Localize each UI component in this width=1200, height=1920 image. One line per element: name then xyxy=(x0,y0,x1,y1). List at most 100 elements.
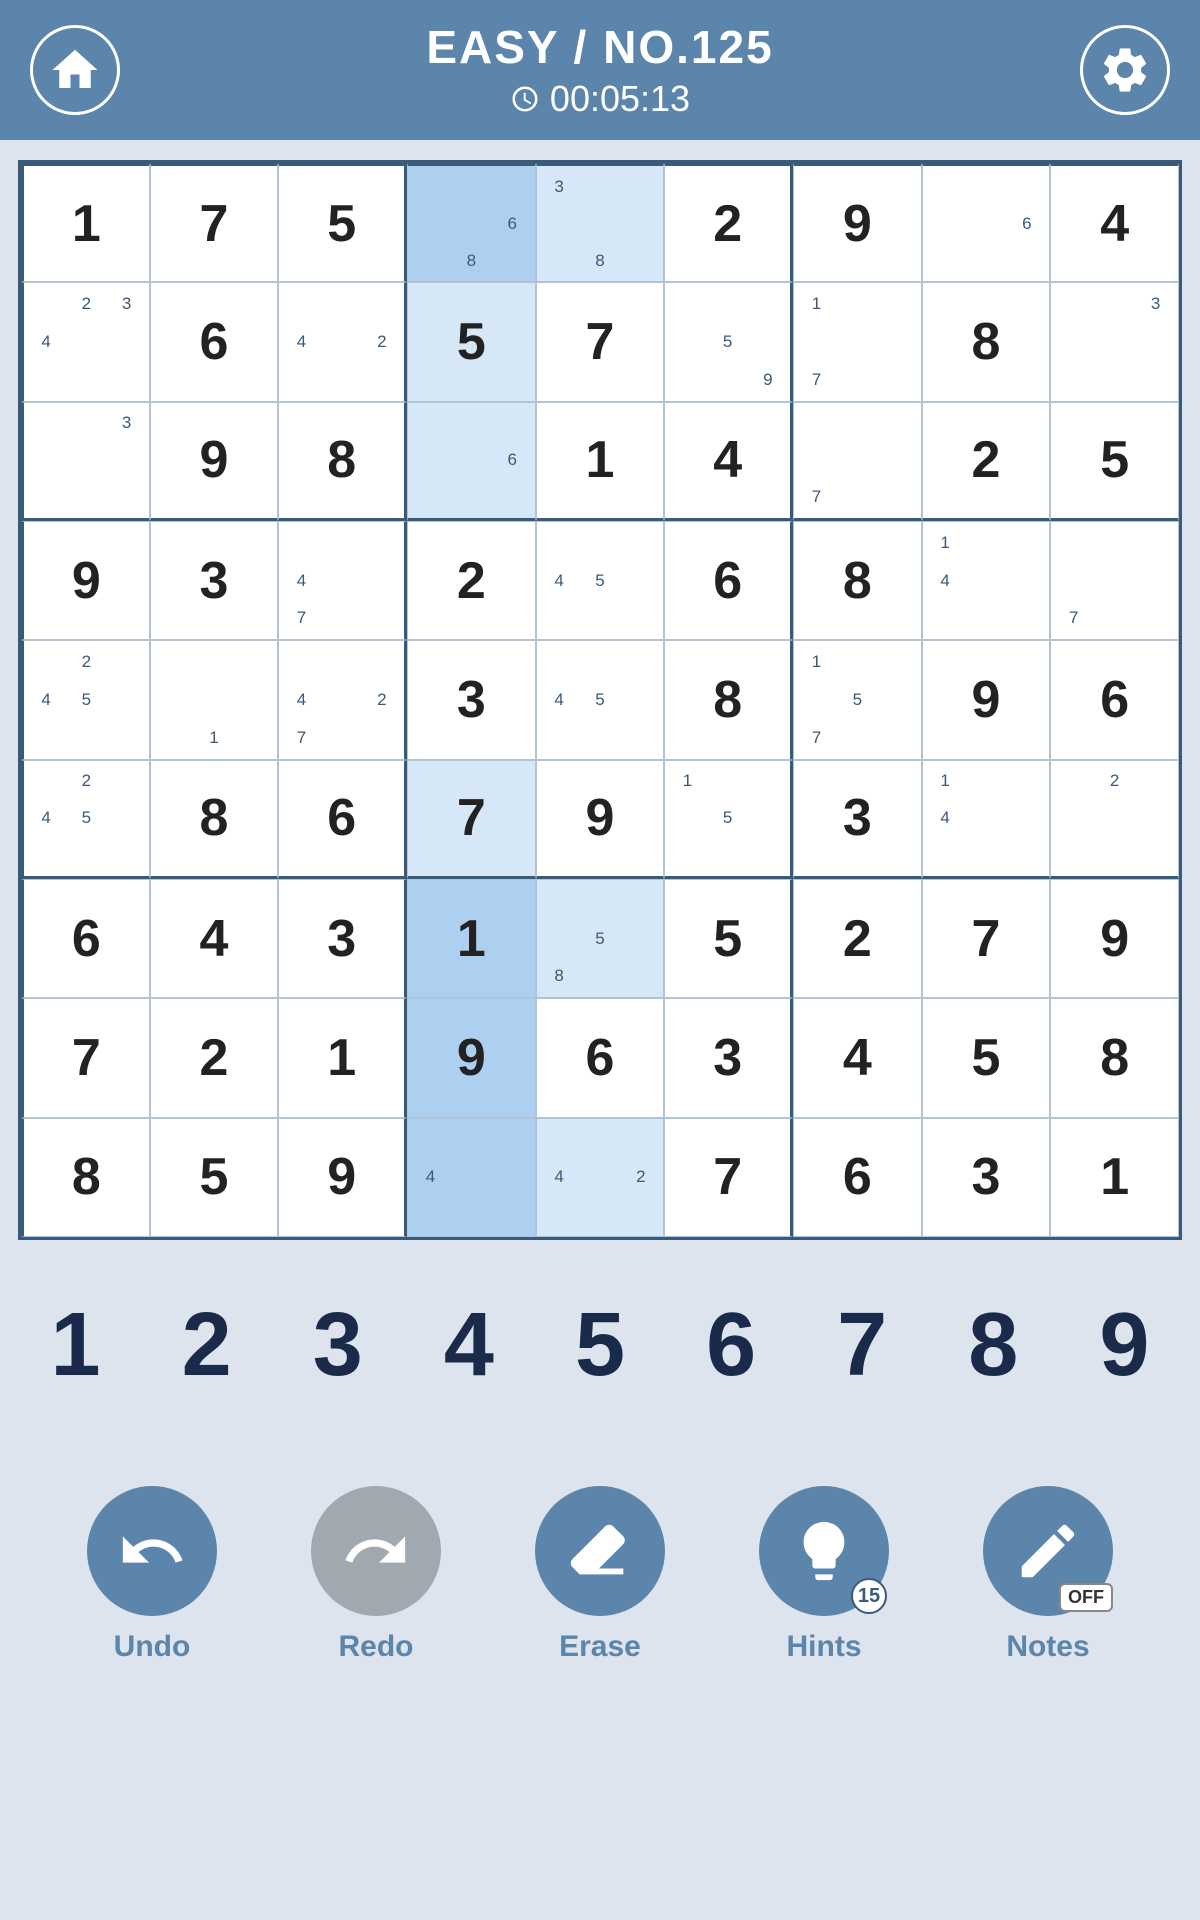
notes-button[interactable]: OFF Notes xyxy=(983,1486,1113,1664)
cell-6-8[interactable]: 9 xyxy=(1050,879,1179,998)
cell-2-5[interactable]: 4 xyxy=(664,402,793,521)
numpad-btn-4[interactable]: 4 xyxy=(409,1300,529,1390)
cell-4-8[interactable]: 6 xyxy=(1050,640,1179,759)
cell-3-4[interactable]: 45 xyxy=(536,521,665,640)
cell-2-7[interactable]: 2 xyxy=(922,402,1051,521)
cell-5-0[interactable]: 245 xyxy=(21,760,150,879)
cell-0-2[interactable]: 5 xyxy=(278,163,407,282)
redo-button[interactable]: Redo xyxy=(311,1486,441,1664)
numpad-btn-9[interactable]: 9 xyxy=(1064,1300,1184,1390)
cell-6-1[interactable]: 4 xyxy=(150,879,279,998)
cell-3-7[interactable]: 14 xyxy=(922,521,1051,640)
cell-8-8[interactable]: 1 xyxy=(1050,1118,1179,1237)
undo-button[interactable]: Undo xyxy=(87,1486,217,1664)
cell-7-4[interactable]: 6 xyxy=(536,998,665,1117)
cell-7-8[interactable]: 8 xyxy=(1050,998,1179,1117)
cell-4-5[interactable]: 8 xyxy=(664,640,793,759)
numpad-btn-7[interactable]: 7 xyxy=(802,1300,922,1390)
cell-7-5[interactable]: 3 xyxy=(664,998,793,1117)
cell-7-7[interactable]: 5 xyxy=(922,998,1051,1117)
cell-1-3[interactable]: 5 xyxy=(407,282,536,401)
cell-4-7[interactable]: 9 xyxy=(922,640,1051,759)
sudoku-board[interactable]: 1756838296423464257591783398614725934724… xyxy=(18,160,1182,1240)
cell-1-5[interactable]: 59 xyxy=(664,282,793,401)
cell-1-7[interactable]: 8 xyxy=(922,282,1051,401)
cell-3-0[interactable]: 9 xyxy=(21,521,150,640)
cell-notes-0-4: 38 xyxy=(539,168,662,279)
cell-2-0[interactable]: 3 xyxy=(21,402,150,521)
cell-8-4[interactable]: 42 xyxy=(536,1118,665,1237)
cell-6-0[interactable]: 6 xyxy=(21,879,150,998)
cell-8-6[interactable]: 6 xyxy=(793,1118,922,1237)
cell-1-2[interactable]: 42 xyxy=(278,282,407,401)
cell-3-2[interactable]: 47 xyxy=(278,521,407,640)
numpad-btn-5[interactable]: 5 xyxy=(540,1300,660,1390)
cell-2-2[interactable]: 8 xyxy=(278,402,407,521)
cell-5-7[interactable]: 14 xyxy=(922,760,1051,879)
cell-4-1[interactable]: 1 xyxy=(150,640,279,759)
cell-6-4[interactable]: 58 xyxy=(536,879,665,998)
numpad-btn-6[interactable]: 6 xyxy=(671,1300,791,1390)
erase-button[interactable]: Erase xyxy=(535,1486,665,1664)
cell-7-1[interactable]: 2 xyxy=(150,998,279,1117)
cell-5-6[interactable]: 3 xyxy=(793,760,922,879)
cell-1-6[interactable]: 17 xyxy=(793,282,922,401)
cell-8-1[interactable]: 5 xyxy=(150,1118,279,1237)
cell-5-3[interactable]: 7 xyxy=(407,760,536,879)
numpad-btn-1[interactable]: 1 xyxy=(16,1300,136,1390)
cell-0-1[interactable]: 7 xyxy=(150,163,279,282)
cell-notes-4-0: 245 xyxy=(26,643,147,756)
cell-8-0[interactable]: 8 xyxy=(21,1118,150,1237)
cell-1-8[interactable]: 3 xyxy=(1050,282,1179,401)
cell-7-3[interactable]: 9 xyxy=(407,998,536,1117)
cell-4-3[interactable]: 3 xyxy=(407,640,536,759)
cell-5-5[interactable]: 15 xyxy=(664,760,793,879)
cell-0-7[interactable]: 6 xyxy=(922,163,1051,282)
cell-6-6[interactable]: 2 xyxy=(793,879,922,998)
cell-5-2[interactable]: 6 xyxy=(278,760,407,879)
cell-3-5[interactable]: 6 xyxy=(664,521,793,640)
cell-2-3[interactable]: 6 xyxy=(407,402,536,521)
cell-3-1[interactable]: 3 xyxy=(150,521,279,640)
cell-7-6[interactable]: 4 xyxy=(793,998,922,1117)
cell-0-5[interactable]: 2 xyxy=(664,163,793,282)
settings-button[interactable] xyxy=(1080,25,1170,115)
cell-4-2[interactable]: 427 xyxy=(278,640,407,759)
cell-1-1[interactable]: 6 xyxy=(150,282,279,401)
cell-8-7[interactable]: 3 xyxy=(922,1118,1051,1237)
cell-6-2[interactable]: 3 xyxy=(278,879,407,998)
cell-0-4[interactable]: 38 xyxy=(536,163,665,282)
cell-1-4[interactable]: 7 xyxy=(536,282,665,401)
cell-5-1[interactable]: 8 xyxy=(150,760,279,879)
cell-3-6[interactable]: 8 xyxy=(793,521,922,640)
cell-0-6[interactable]: 9 xyxy=(793,163,922,282)
cell-3-3[interactable]: 2 xyxy=(407,521,536,640)
cell-2-1[interactable]: 9 xyxy=(150,402,279,521)
cell-6-5[interactable]: 5 xyxy=(664,879,793,998)
cell-8-5[interactable]: 7 xyxy=(664,1118,793,1237)
cell-8-3[interactable]: 4 xyxy=(407,1118,536,1237)
numpad-btn-8[interactable]: 8 xyxy=(933,1300,1053,1390)
cell-5-4[interactable]: 9 xyxy=(536,760,665,879)
cell-4-6[interactable]: 157 xyxy=(793,640,922,759)
cell-7-0[interactable]: 7 xyxy=(21,998,150,1117)
numpad-btn-3[interactable]: 3 xyxy=(278,1300,398,1390)
cell-6-3[interactable]: 1 xyxy=(407,879,536,998)
cell-0-8[interactable]: 4 xyxy=(1050,163,1179,282)
cell-4-0[interactable]: 245 xyxy=(21,640,150,759)
cell-2-8[interactable]: 5 xyxy=(1050,402,1179,521)
cell-2-4[interactable]: 1 xyxy=(536,402,665,521)
cell-7-2[interactable]: 1 xyxy=(278,998,407,1117)
cell-0-3[interactable]: 68 xyxy=(407,163,536,282)
hints-button[interactable]: 15 Hints xyxy=(759,1486,889,1664)
cell-5-8[interactable]: 2 xyxy=(1050,760,1179,879)
cell-1-0[interactable]: 234 xyxy=(21,282,150,401)
numpad-btn-2[interactable]: 2 xyxy=(147,1300,267,1390)
cell-3-8[interactable]: 7 xyxy=(1050,521,1179,640)
home-button[interactable] xyxy=(30,25,120,115)
cell-6-7[interactable]: 7 xyxy=(922,879,1051,998)
cell-4-4[interactable]: 45 xyxy=(536,640,665,759)
cell-0-0[interactable]: 1 xyxy=(21,163,150,282)
cell-8-2[interactable]: 9 xyxy=(278,1118,407,1237)
cell-2-6[interactable]: 7 xyxy=(793,402,922,521)
